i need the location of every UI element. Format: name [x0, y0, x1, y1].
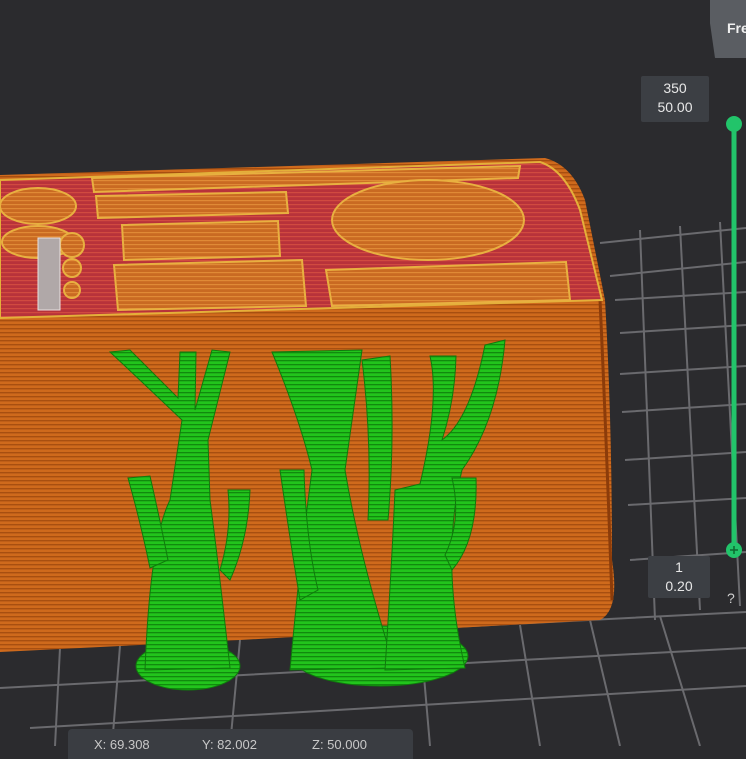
bottom-layer-number: 1: [675, 559, 683, 575]
top-layer-height: 50.00: [657, 99, 693, 115]
tool-preview-object: [37, 237, 61, 311]
cursor-coordinates-bar: X: 69.308 Y: 82.002 Z: 50.000: [68, 729, 413, 759]
help-button[interactable]: ?: [727, 590, 735, 606]
layer-slider[interactable]: [726, 116, 742, 558]
coord-z: Z: 50.000: [312, 737, 367, 752]
coord-x: X: 69.308: [94, 737, 150, 752]
view-mode-tab[interactable]: Fre: [710, 0, 746, 58]
bottom-layer-height: 0.20: [665, 578, 693, 594]
layer-slider-bottom-label: 1 0.20: [648, 556, 710, 598]
layer-slider-top-handle[interactable]: [726, 116, 742, 132]
view-mode-tab-label: Fre: [727, 20, 746, 36]
layer-slider-top-label: 350 50.00: [641, 76, 709, 122]
tree-support-structures: [108, 339, 506, 691]
top-layer-number: 350: [663, 80, 687, 96]
3d-viewport[interactable]: [0, 0, 746, 746]
coord-y: Y: 82.002: [202, 737, 257, 752]
